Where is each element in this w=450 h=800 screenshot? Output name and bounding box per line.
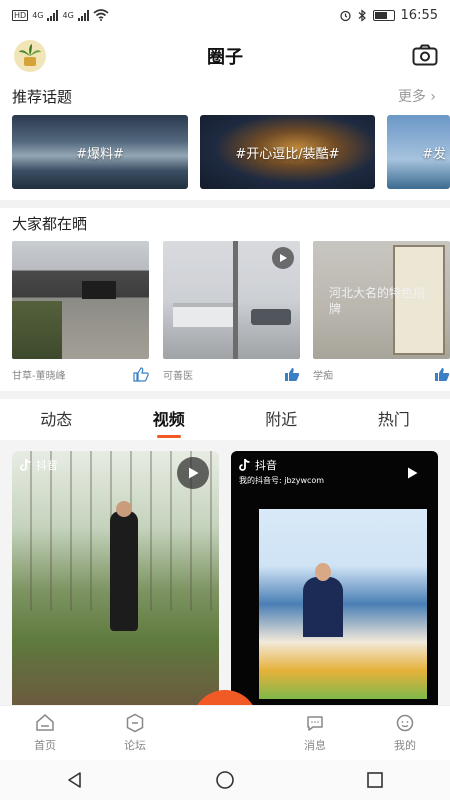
post-image[interactable]: 河北大名的特色招牌 — [313, 241, 450, 359]
nav-home-label: 首页 — [34, 739, 56, 752]
post-overlay-text: 河北大名的特色招牌 — [329, 286, 426, 316]
avatar-plant-icon — [19, 44, 41, 66]
header: 圈子 — [0, 36, 450, 76]
nav-profile-label: 我的 — [394, 739, 416, 752]
post-author: 甘草-董晓峰 — [12, 371, 66, 382]
post-author: 可善医 — [163, 371, 193, 382]
topic-label: #爆料# — [76, 146, 124, 162]
account-label: 我的抖音号: jbzywcom — [239, 476, 325, 485]
chevron-right-icon: › — [430, 89, 436, 105]
network-4g: 4G — [32, 10, 44, 20]
forum-icon — [126, 713, 144, 733]
like-icon[interactable] — [133, 367, 149, 382]
nav-profile[interactable]: 我的 — [360, 706, 450, 760]
camera-icon — [213, 707, 237, 729]
community-post[interactable]: 可善医 — [163, 241, 300, 382]
nav-home[interactable]: 首页 — [0, 706, 90, 760]
topic-carousel[interactable]: #爆料# #开心逗比/装酷# #发 — [12, 115, 450, 189]
section-title-topics: 推荐话题 — [12, 88, 73, 106]
bottom-nav: 首页 论坛 拍摄 消息 我的 — [0, 705, 450, 760]
play-icon — [280, 254, 287, 262]
like-icon[interactable] — [284, 367, 300, 382]
home-icon — [36, 714, 54, 731]
video-indicator — [272, 247, 294, 269]
camera-icon[interactable] — [412, 44, 438, 66]
nav-forum[interactable]: 论坛 — [90, 706, 180, 760]
post-image[interactable] — [12, 241, 149, 359]
video-play-button[interactable] — [396, 457, 428, 489]
tab-video[interactable]: 视频 — [113, 398, 226, 438]
signal-icon-2 — [77, 9, 89, 21]
nav-forum-label: 论坛 — [124, 739, 146, 752]
app-screen: HD 4G 4G 16:55 圈子 推荐话题 更多 › #爆料# #开心逗比/装… — [0, 0, 450, 800]
platform-label: 抖音 — [255, 459, 277, 472]
tiktok-icon — [239, 458, 250, 471]
community-post-list: 甘草-董晓峰 可善医 河北大名的特色招牌 学痴 — [12, 241, 450, 386]
play-icon — [408, 467, 418, 479]
clock: 16:55 — [400, 7, 438, 23]
topic-card[interactable]: #开心逗比/装酷# — [200, 115, 375, 189]
community-post[interactable]: 甘草-董晓峰 — [12, 241, 149, 382]
profile-icon — [396, 714, 414, 732]
douyin-watermark: 抖音 我的抖音号: jbzywcom — [239, 457, 324, 486]
alarm-icon — [339, 10, 351, 21]
nav-messages[interactable]: 消息 — [270, 706, 360, 760]
status-bar: HD 4G 4G 16:55 — [0, 0, 450, 30]
avatar[interactable] — [14, 40, 46, 72]
douyin-watermark: 抖音 — [20, 457, 58, 473]
bluetooth-icon — [358, 8, 366, 22]
more-label: 更多 — [397, 89, 426, 105]
topic-label: #发 — [422, 146, 446, 162]
video-card[interactable]: 抖音 我的抖音号: jbzywcom — [231, 451, 438, 705]
video-play-button[interactable] — [177, 457, 209, 489]
nav-capture[interactable]: 拍摄 — [180, 696, 270, 760]
topic-label: #开心逗比/装酷# — [235, 146, 340, 162]
more-topics-link[interactable]: 更多 › — [398, 86, 436, 106]
tab-dynamic[interactable]: 动态 — [0, 398, 113, 438]
topic-card[interactable]: #爆料# — [12, 115, 188, 189]
tab-nearby[interactable]: 附近 — [225, 398, 338, 438]
hd-indicator: HD — [12, 9, 29, 21]
home-button-icon[interactable] — [215, 770, 235, 790]
recent-apps-icon[interactable] — [365, 770, 385, 790]
status-right: 16:55 — [339, 8, 438, 23]
community-post[interactable]: 河北大名的特色招牌 学痴 — [313, 241, 450, 382]
post-image[interactable] — [163, 241, 300, 359]
network-4g-2: 4G — [62, 10, 74, 20]
section-divider — [0, 200, 450, 208]
nav-messages-label: 消息 — [304, 739, 326, 752]
section-title-community: 大家都在晒 — [12, 215, 88, 233]
play-icon — [189, 467, 199, 479]
nav-capture-label: 拍摄 — [214, 735, 236, 748]
message-icon — [307, 716, 323, 731]
battery-icon — [372, 9, 395, 21]
feed-tabs: 动态 视频 附近 热门 — [0, 398, 450, 438]
system-nav-bar — [0, 760, 450, 800]
like-icon[interactable] — [434, 367, 450, 382]
signal-icon — [47, 9, 59, 21]
video-card[interactable]: 抖音 — [12, 451, 219, 705]
page-title: 圈子 — [207, 47, 243, 68]
status-indicators: HD 4G 4G — [12, 9, 109, 21]
topic-card[interactable]: #发 — [387, 115, 450, 189]
tab-hot[interactable]: 热门 — [338, 398, 450, 438]
tiktok-icon — [20, 458, 31, 471]
back-icon[interactable] — [65, 770, 85, 790]
video-feed: 抖音 抖音 我的抖音号: jbzywcom — [0, 440, 450, 705]
post-author: 学痴 — [313, 371, 333, 382]
platform-label: 抖音 — [36, 459, 58, 472]
wifi-icon — [93, 9, 109, 21]
